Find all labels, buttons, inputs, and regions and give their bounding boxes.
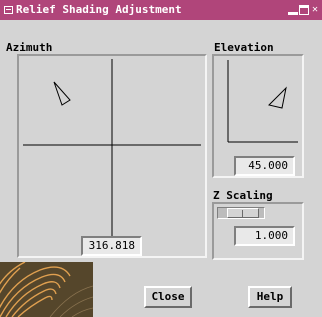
- title-bar[interactable]: Relief Shading Adjustment ✕: [0, 0, 322, 20]
- window-title: Relief Shading Adjustment: [16, 3, 182, 16]
- elevation-label: Elevation: [214, 41, 274, 54]
- azimuth-light-pointer-icon: [53, 81, 71, 106]
- minimize-icon[interactable]: [288, 5, 298, 15]
- relief-preview-image: [0, 262, 93, 317]
- elevation-value-field[interactable]: 45.000: [234, 156, 295, 176]
- help-button[interactable]: Help: [248, 286, 292, 308]
- z-scaling-value-field[interactable]: 1.000: [234, 226, 295, 246]
- azimuth-compass[interactable]: [19, 56, 205, 256]
- azimuth-label: Azimuth: [6, 41, 53, 54]
- z-scaling-slider-thumb[interactable]: [227, 208, 259, 218]
- azimuth-value-field[interactable]: 316.818: [81, 236, 142, 256]
- close-icon[interactable]: ✕: [310, 5, 320, 15]
- close-button[interactable]: Close: [144, 286, 192, 308]
- maximize-icon[interactable]: [299, 5, 309, 15]
- z-scaling-label: Z Scaling: [213, 189, 273, 202]
- elevation-light-pointer-icon: [268, 86, 287, 109]
- relief-shading-dialog: Relief Shading Adjustment ✕ Azimuth 316.…: [0, 0, 322, 317]
- azimuth-panel[interactable]: [17, 54, 207, 258]
- window-menu-icon[interactable]: [4, 6, 13, 14]
